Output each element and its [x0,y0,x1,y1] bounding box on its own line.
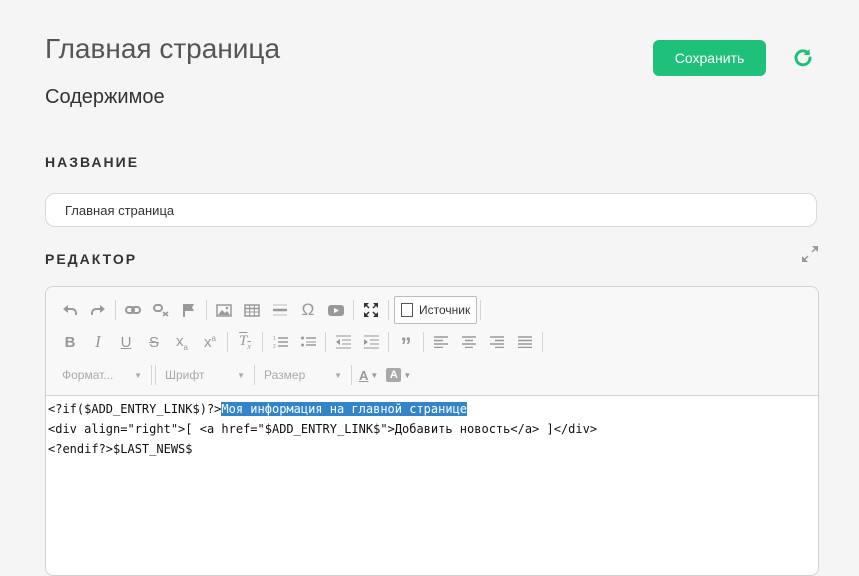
text-color-icon: A [359,367,369,383]
chevron-down-icon: ▼ [334,370,342,380]
strikethrough-icon[interactable]: S [140,330,168,354]
name-label: НАЗВАНИЕ [45,154,140,170]
source-button-label: Источник [419,303,471,317]
svg-text:2: 2 [273,344,276,349]
indent-icon[interactable] [357,330,385,354]
horizontal-rule-icon[interactable] [266,298,294,322]
blockquote-icon[interactable]: ” [392,330,420,357]
align-right-icon[interactable] [483,330,511,354]
align-justify-icon[interactable] [511,330,539,354]
expand-icon[interactable] [799,243,821,265]
superscript-icon[interactable]: xa [196,330,224,354]
subscript-icon[interactable]: xa [168,330,196,354]
redo-icon[interactable] [84,298,112,322]
background-color-icon: A [386,368,402,382]
format-dropdown[interactable]: Формат... ▼ [56,364,148,386]
background-color-button[interactable]: A ▼ [386,368,411,382]
toolbar-separator [388,300,389,320]
align-left-icon[interactable] [427,330,455,354]
toolbar-separator [206,300,207,320]
size-dropdown[interactable]: Размер ▼ [258,364,348,386]
page-title: Главная страница [45,33,281,64]
chevron-down-icon: ▼ [403,370,412,380]
text-color-button[interactable]: A ▼ [359,368,378,383]
toolbar-separator [353,300,354,320]
chevron-down-icon: ▼ [134,370,142,380]
toolbar-separator [480,300,482,320]
bold-icon[interactable]: B [56,330,84,354]
source-document-icon [401,303,413,317]
underline-icon[interactable]: U [112,330,140,354]
code-line: <div align="right">[ <a href="$ADD_ENTRY… [48,422,598,436]
font-dropdown[interactable]: Шрифт ▼ [159,364,251,386]
remove-format-icon[interactable]: Tx [231,330,259,354]
numbered-list-icon[interactable]: 12 [266,330,294,354]
rich-text-editor: Ω Источник B I U S xa xa Tx 1 2 ” Формат… [45,286,819,576]
unlink-icon[interactable] [147,298,175,322]
anchor-flag-icon[interactable] [175,298,203,322]
align-center-icon[interactable] [455,330,483,354]
table-icon[interactable] [238,298,266,322]
editor-toolbar: Ω Источник B I U S xa xa Tx 1 2 ” Формат… [46,287,818,396]
undo-icon[interactable] [56,298,84,322]
toolbar-separator [388,332,389,352]
toolbar-separator [325,332,326,352]
code-text: <?if($ADD_ENTRY_LINK$)?> [48,402,222,416]
code-line: <?endif?>$LAST_NEWS$ [48,442,193,456]
toolbar-separator [254,365,255,385]
code-line: <?if($ADD_ENTRY_LINK$)?>Моя информация н… [48,399,816,419]
source-button[interactable]: Источник [394,296,478,324]
size-dropdown-label: Размер [264,368,306,382]
special-char-icon[interactable]: Ω [294,298,322,322]
selected-text: Моя информация на главной странице [221,402,468,416]
toolbar-separator [115,300,116,320]
video-icon[interactable] [322,298,350,322]
toolbar-separator [262,332,263,352]
svg-text:1: 1 [273,336,276,342]
section-title: Содержимое [45,86,165,108]
source-code-area[interactable]: <?if($ADD_ENTRY_LINK$)?>Моя информация н… [46,396,818,462]
save-button[interactable]: Сохранить [653,40,766,76]
toolbar-separator [351,365,352,385]
outdent-icon[interactable] [329,330,357,354]
refresh-icon[interactable] [790,45,816,71]
editor-label: РЕДАКТОР [45,251,138,267]
toolbar-separator [155,365,156,385]
chevron-down-icon: ▼ [370,370,379,380]
toolbar-separator [227,332,228,352]
font-dropdown-label: Шрифт [165,368,205,382]
maximize-icon[interactable] [357,298,385,322]
italic-icon[interactable]: I [84,330,112,354]
image-icon[interactable] [210,298,238,322]
bulleted-list-icon[interactable] [294,330,322,354]
toolbar-separator [151,365,152,385]
chevron-down-icon: ▼ [237,370,245,380]
toolbar-separator [423,332,424,352]
link-icon[interactable] [119,298,147,322]
format-dropdown-label: Формат... [62,368,114,382]
name-input[interactable] [45,193,817,227]
toolbar-separator [542,332,543,352]
